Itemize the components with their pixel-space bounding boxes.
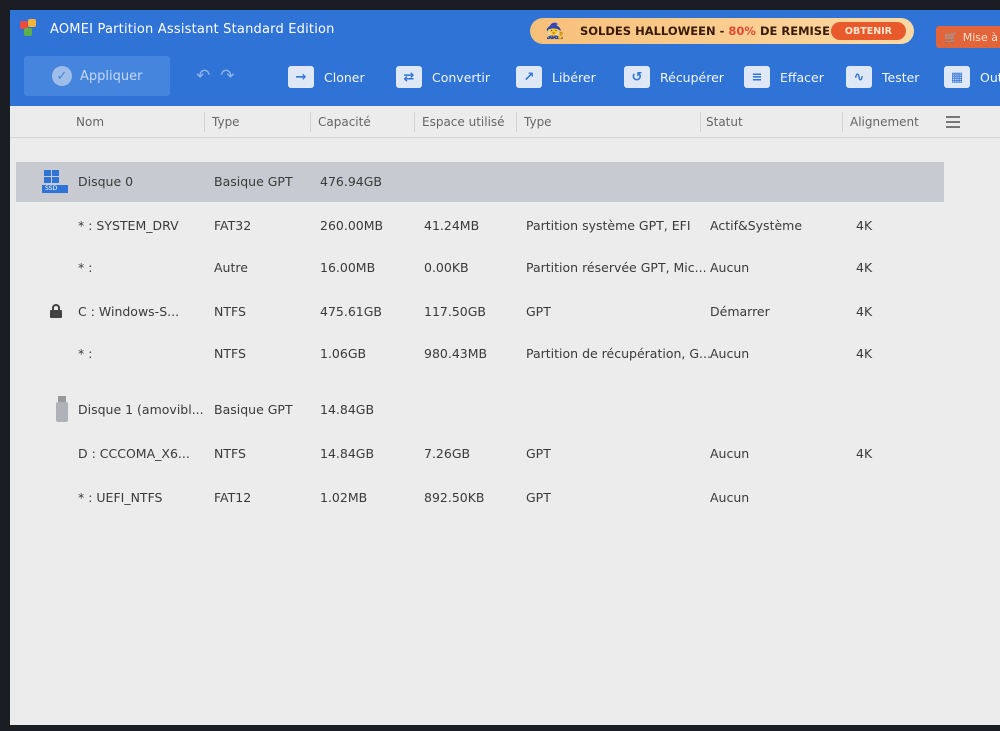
tools-button[interactable]: ▦ Outil: [944, 62, 1000, 92]
row-status: Aucun: [710, 446, 750, 461]
partition-row[interactable]: * : SYSTEM_DRV FAT32 260.00MB 41.24MB Pa…: [16, 206, 944, 246]
row-capacity: 14.84GB: [320, 402, 375, 417]
undo-icon[interactable]: ↶: [196, 66, 210, 86]
row-used: 892.50KB: [424, 490, 485, 505]
check-icon: ✓: [52, 66, 72, 86]
row-status: Aucun: [710, 490, 750, 505]
row-name: D : CCCOMA_X6...: [78, 446, 190, 461]
row-capacity: 14.84GB: [320, 446, 375, 461]
title-bar: AOMEI Partition Assistant Standard Editi…: [10, 10, 1000, 48]
row-used: 117.50GB: [424, 304, 486, 319]
col-name[interactable]: Nom: [76, 115, 104, 129]
partition-row[interactable]: * : NTFS 1.06GB 980.43MB Partition de ré…: [16, 334, 944, 374]
usb-drive-icon: [56, 396, 68, 422]
row-name: Disque 1 (amovibl...: [78, 402, 204, 417]
row-used: 7.26GB: [424, 446, 471, 461]
row-type: Basique GPT: [214, 174, 293, 189]
row-type: FAT32: [214, 218, 252, 233]
recover-icon: ↺: [624, 66, 650, 88]
redo-icon[interactable]: ↷: [220, 66, 234, 86]
upgrade-label: Mise à: [962, 30, 998, 44]
row-capacity: 1.02MB: [320, 490, 368, 505]
col-fs-type[interactable]: Type: [524, 115, 552, 129]
partition-row[interactable]: * : UEFI_NTFS FAT12 1.02MB 892.50KB GPT …: [16, 478, 944, 518]
promo-banner[interactable]: 🧙 SOLDES HALLOWEEN - 80% DE REMISE OBTEN…: [530, 18, 914, 44]
row-alignment: 4K: [856, 218, 873, 233]
row-alignment: 4K: [856, 304, 873, 319]
wipe-icon: ≡: [744, 66, 770, 88]
row-capacity: 476.94GB: [320, 174, 382, 189]
clone-button[interactable]: → Cloner: [288, 62, 365, 92]
row-fs-type: GPT: [526, 490, 551, 505]
row-type: NTFS: [214, 346, 246, 361]
row-capacity: 475.61GB: [320, 304, 382, 319]
convert-icon: ⇄: [396, 66, 422, 88]
row-alignment: 4K: [856, 260, 873, 275]
app-window: AOMEI Partition Assistant Standard Editi…: [10, 10, 1000, 725]
row-fs-type: Partition réservée GPT, Mic...: [526, 260, 707, 275]
row-capacity: 260.00MB: [320, 218, 384, 233]
row-name: * : UEFI_NTFS: [78, 490, 163, 505]
aomei-logo-icon: [20, 19, 40, 39]
recover-button[interactable]: ↺ Récupérer: [624, 62, 724, 92]
row-name: * :: [78, 260, 93, 275]
row-used: 0.00KB: [424, 260, 469, 275]
row-type: FAT12: [214, 490, 252, 505]
clone-icon: →: [288, 66, 314, 88]
row-used: 980.43MB: [424, 346, 488, 361]
partition-row[interactable]: C : Windows-S... NTFS 475.61GB 117.50GB …: [16, 292, 944, 332]
partition-row[interactable]: * : Autre 16.00MB 0.00KB Partition réser…: [16, 248, 944, 288]
row-name: * : SYSTEM_DRV: [78, 218, 179, 233]
promo-text: SOLDES HALLOWEEN - 80% DE REMISE: [580, 24, 830, 38]
row-type: Autre: [214, 260, 248, 275]
test-button[interactable]: ∿ Tester: [846, 62, 919, 92]
row-type: NTFS: [214, 304, 246, 319]
disk-row[interactable]: SSD Disque 0 Basique GPT 476.94GB: [16, 162, 944, 202]
pulse-icon: ∿: [846, 66, 872, 88]
partition-row[interactable]: D : CCCOMA_X6... NTFS 14.84GB 7.26GB GPT…: [16, 434, 944, 474]
col-type[interactable]: Type: [212, 115, 240, 129]
upgrade-button[interactable]: 🛒 Mise à: [936, 26, 1000, 48]
row-fs-type: Partition système GPT, EFI: [526, 218, 691, 233]
row-status: Démarrer: [710, 304, 770, 319]
convert-button[interactable]: ⇄ Convertir: [396, 62, 490, 92]
tools-grid-icon: ▦: [944, 66, 970, 88]
row-alignment: 4K: [856, 446, 873, 461]
lock-icon: [50, 304, 62, 318]
row-name: C : Windows-S...: [78, 304, 180, 319]
col-status[interactable]: Statut: [706, 115, 743, 129]
ssd-disk-icon: SSD: [42, 170, 68, 194]
row-fs-type: Partition de récupération, G...: [526, 346, 711, 361]
row-type: Basique GPT: [214, 402, 293, 417]
column-header: Nom Type Capacité Espace utilisé Type St…: [10, 106, 1000, 138]
free-button[interactable]: ↗ Libérer: [516, 62, 596, 92]
row-status: Actif&Système: [710, 218, 803, 233]
expand-icon: ↗: [516, 66, 542, 88]
apply-button[interactable]: ✓ Appliquer: [24, 56, 170, 96]
row-fs-type: GPT: [526, 304, 551, 319]
witch-icon: 🧙: [545, 22, 565, 40]
col-used[interactable]: Espace utilisé: [422, 115, 505, 129]
row-alignment: 4K: [856, 346, 873, 361]
row-capacity: 1.06GB: [320, 346, 367, 361]
disk-row[interactable]: Disque 1 (amovibl... Basique GPT 14.84GB: [16, 390, 944, 430]
row-capacity: 16.00MB: [320, 260, 376, 275]
apply-label: Appliquer: [80, 68, 143, 84]
cart-icon: 🛒: [944, 30, 958, 44]
row-name: Disque 0: [78, 174, 134, 189]
row-status: Aucun: [710, 346, 750, 361]
row-fs-type: GPT: [526, 446, 551, 461]
disk-list: SSD Disque 0 Basique GPT 476.94GB * : SY…: [10, 138, 1000, 725]
row-used: 41.24MB: [424, 218, 480, 233]
column-menu-icon[interactable]: [946, 116, 960, 131]
row-type: NTFS: [214, 446, 246, 461]
row-name: * :: [78, 346, 93, 361]
promo-get-button[interactable]: OBTENIR: [830, 22, 906, 40]
row-status: Aucun: [710, 260, 750, 275]
col-capacity[interactable]: Capacité: [318, 115, 371, 129]
wipe-button[interactable]: ≡ Effacer: [744, 62, 824, 92]
app-title: AOMEI Partition Assistant Standard Editi…: [50, 21, 335, 37]
toolbar: ✓ Appliquer ↶ ↷ → Cloner ⇄ Convertir ↗ L…: [10, 48, 1000, 106]
col-alignment[interactable]: Alignement: [850, 115, 919, 129]
